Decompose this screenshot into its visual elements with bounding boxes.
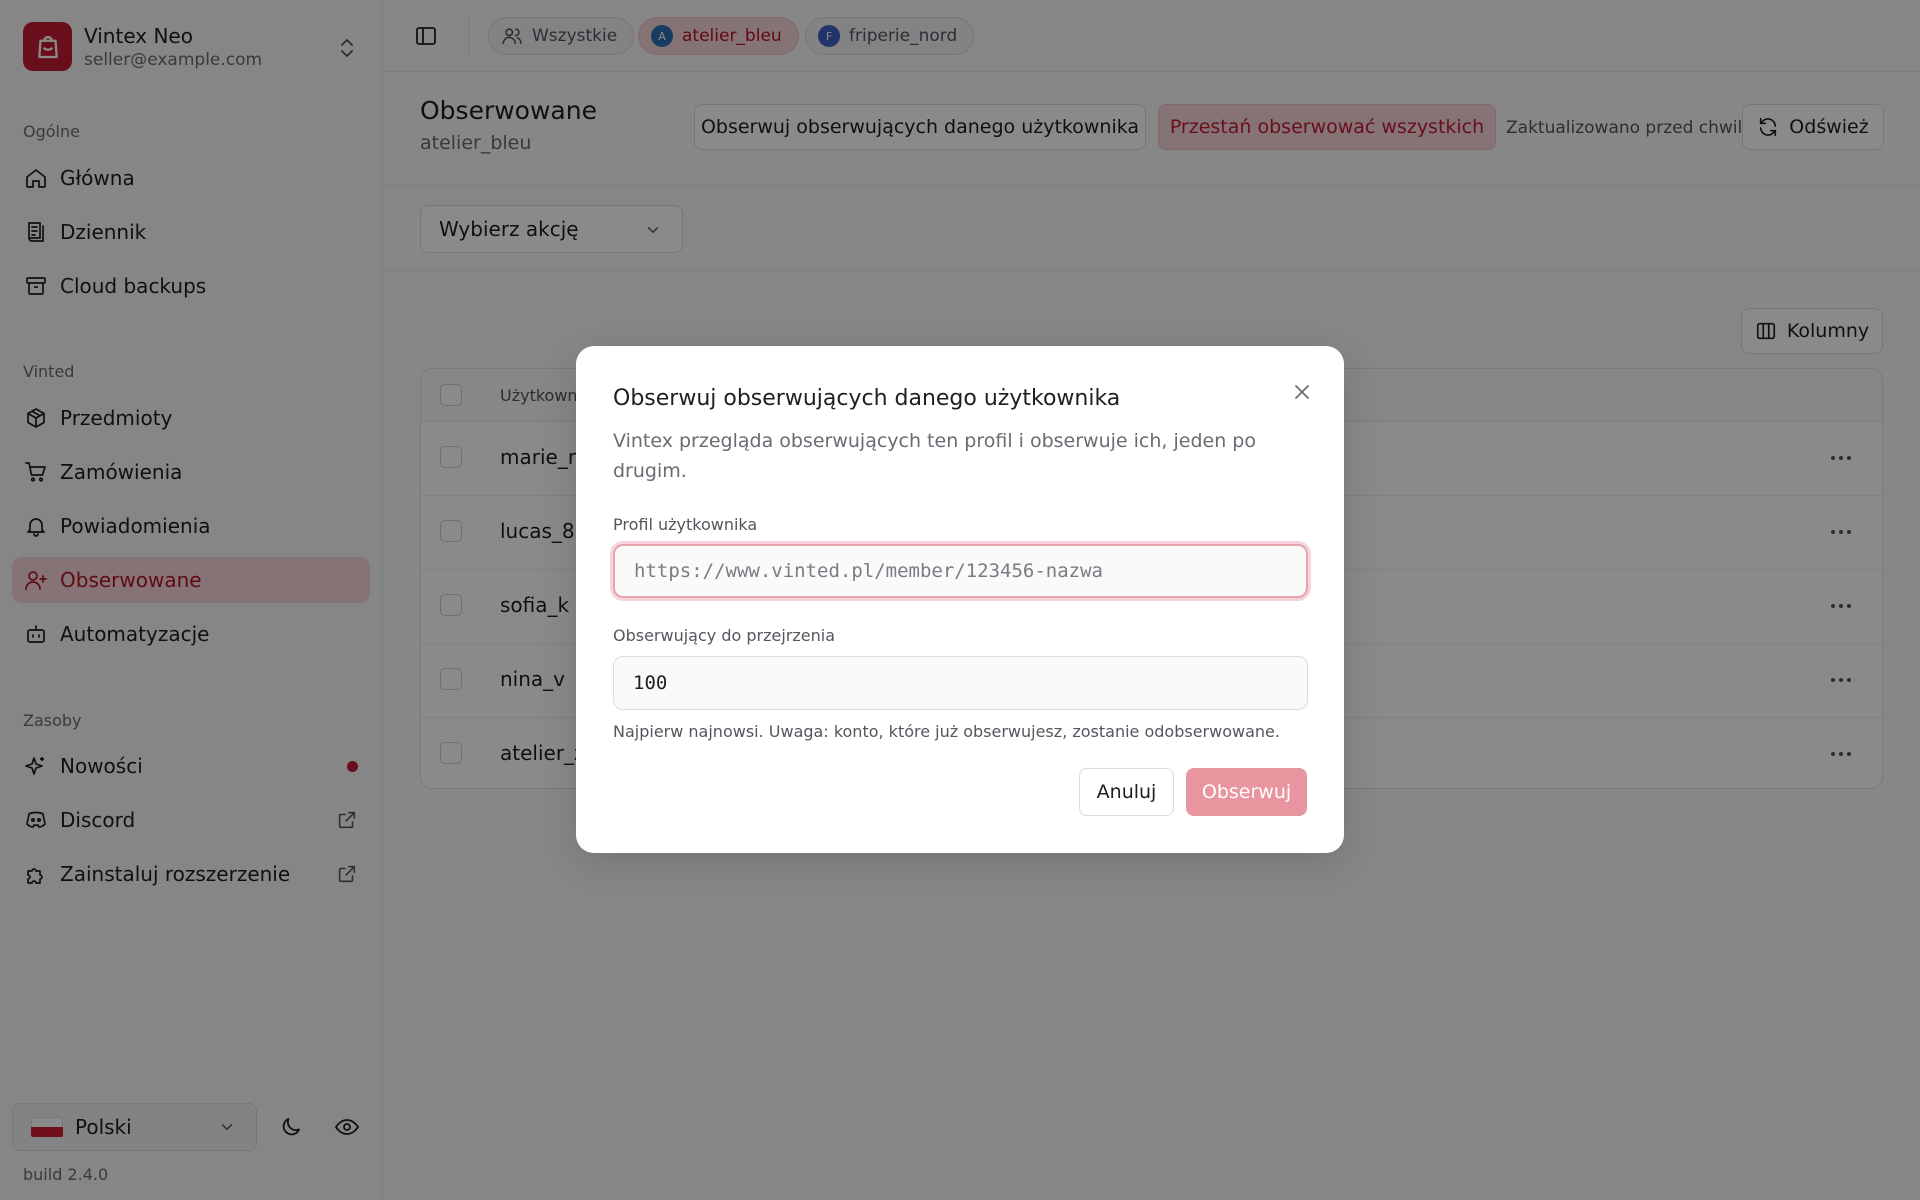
count-label: Obserwujący do przejrzenia <box>613 626 835 645</box>
follow-followers-dialog: Obserwuj obserwujących danego użytkownik… <box>576 346 1344 853</box>
profile-label: Profil użytkownika <box>613 515 758 534</box>
close-icon[interactable] <box>1290 380 1314 404</box>
cancel-button[interactable]: Anuluj <box>1079 768 1174 816</box>
follow-submit-button[interactable]: Obserwuj <box>1186 768 1307 816</box>
dialog-title: Obserwuj obserwujących danego użytkownik… <box>613 386 1121 411</box>
profile-url-input[interactable] <box>613 544 1308 598</box>
dialog-hint: Najpierw najnowsi. Uwaga: konto, które j… <box>613 722 1280 741</box>
dialog-description: Vintex przegląda obserwujących ten profi… <box>613 430 1256 482</box>
follower-count-input[interactable] <box>613 656 1308 710</box>
